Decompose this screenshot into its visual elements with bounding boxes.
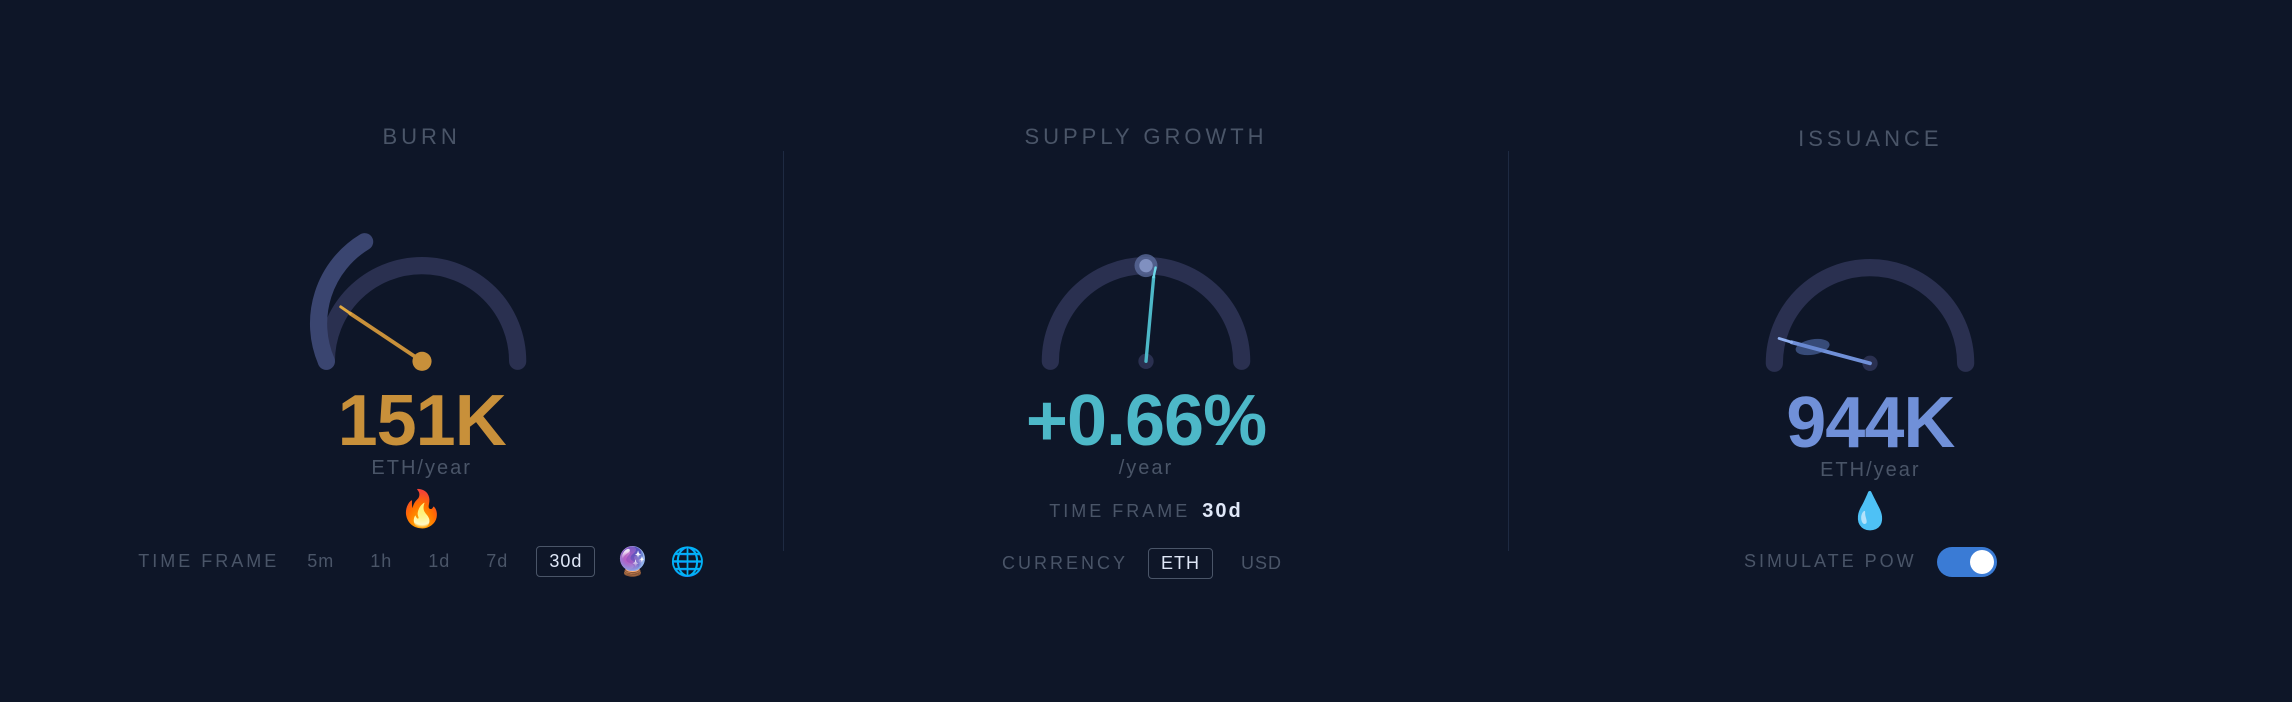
timeframe-7d-btn[interactable]: 7d [478,547,516,576]
timeframe-1h-btn[interactable]: 1h [362,547,400,576]
issuance-icon: 💧 [1848,490,1893,532]
currency-usd-btn[interactable]: USD [1233,549,1290,578]
currency-controls: CURRENCY ETH USD [1002,548,1290,579]
issuance-gauge [1730,172,2010,372]
issuance-value: 944K [1786,382,1954,464]
timeframe-30d-btn[interactable]: 30d [536,546,595,577]
burn-unit: ETH/year [371,457,471,480]
issuance-panel: ISSUANCE 944K ETH/year 💧 SIMULATE PoW [1509,126,2232,577]
toggle-knob [1970,550,1994,574]
supply-growth-bottom: TIME FRAME 30d CURRENCY ETH USD [1002,490,1290,579]
currency-eth-btn[interactable]: ETH [1148,548,1213,579]
supply-growth-unit: /year [1119,457,1173,480]
burn-icon: 🔥 [399,488,444,530]
center-timeframe-value: 30d [1202,500,1242,523]
supply-growth-gauge-svg [1006,170,1286,390]
issuance-title: ISSUANCE [1798,126,1942,152]
burn-title: BURN [382,124,460,150]
dashboard: BURN 151K ETH/year 🔥 TIME FRAME 5m 1h [0,0,2292,702]
supply-growth-title: SUPPLY GROWTH [1024,124,1267,150]
burn-value: 151K [338,380,506,462]
burn-gauge [282,170,562,370]
timeframe-controls: TIME FRAME 5m 1h 1d 7d 30d 🔮 🌐 [138,545,705,578]
timeframe-1d-btn[interactable]: 1d [420,547,458,576]
simulate-pow-toggle[interactable] [1937,547,1997,577]
simulate-pow-controls: SIMULATE PoW [1744,547,1997,577]
currency-label: CURRENCY [1002,553,1128,574]
simulate-pow-label: SIMULATE PoW [1744,551,1917,572]
supply-growth-gauge [1006,170,1286,370]
center-timeframe-label: TIME FRAME [1049,501,1190,522]
timeframe-label: TIME FRAME [138,551,279,572]
burn-emoji-btn[interactable]: 🌐 [670,545,705,578]
merge-emoji-btn[interactable]: 🔮 [615,545,650,578]
timeframe-5m-btn[interactable]: 5m [299,547,342,576]
burn-panel: BURN 151K ETH/year 🔥 TIME FRAME 5m 1h [60,124,783,578]
center-timeframe-row: TIME FRAME 30d [1049,500,1242,523]
burn-gauge-svg [282,170,562,390]
issuance-gauge-svg [1730,172,2010,392]
issuance-unit: ETH/year [1820,459,1920,482]
supply-growth-panel: SUPPLY GROWTH +0.66% /year TIME FRAME 30… [784,124,1507,579]
supply-growth-value: +0.66% [1026,380,1266,462]
